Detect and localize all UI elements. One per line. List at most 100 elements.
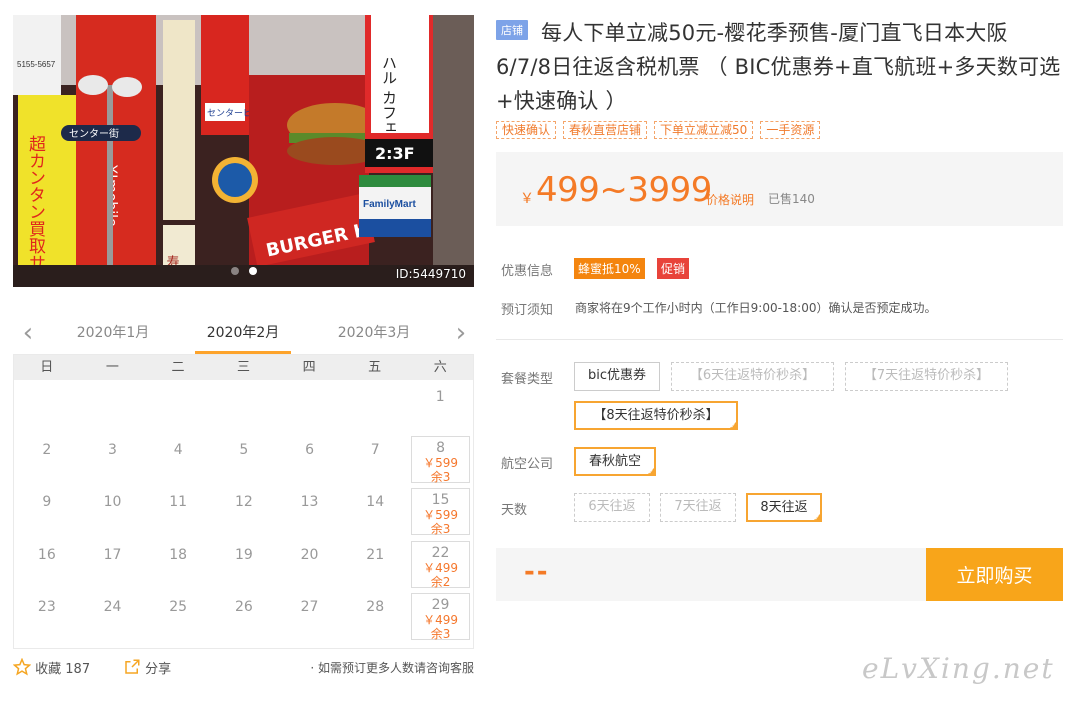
calendar-week-row: 23 24 25 26 27 28 29 ￥499 余3 [14, 590, 473, 643]
day-number: 21 [366, 546, 385, 563]
tag-direct-store: 春秋直营店铺 [563, 121, 648, 139]
calendar-grid: 日 一 二 三 四 五 六 1 2 3 4 5 6 7 8 ￥599 余3 9 10 11 12 13 14 1… [13, 354, 474, 649]
calendar-day: 26 [211, 590, 277, 643]
calendar-day: 3 [80, 433, 146, 486]
product-hero-image[interactable]: 5155-5657 超カンタン買取サービス Y!mobile センター街 寿司 … [13, 15, 474, 287]
weekday-label: 六 [433, 360, 447, 375]
calendar-day: 17 [80, 538, 146, 591]
calendar-day [14, 380, 80, 433]
day-number: 8 [436, 439, 445, 456]
option-6day[interactable]: 6天往返 [574, 493, 650, 522]
calendar-day: 25 [145, 590, 211, 643]
share-label: 分享 [145, 662, 172, 677]
calendar-day [80, 380, 146, 433]
tab-month-jan[interactable]: 2020年1月 [65, 322, 161, 354]
promo-badge-honey: 蜂蜜抵10% [574, 258, 645, 279]
tag-fast-confirm: 快速确认 [496, 121, 557, 139]
buy-now-button[interactable]: 立即购买 [926, 548, 1063, 601]
option-bic-coupon[interactable]: bic优惠券 [574, 362, 660, 391]
carousel-dot-2[interactable] [248, 267, 257, 275]
calendar-day: 24 [80, 590, 146, 643]
day-number: 29 [431, 597, 450, 613]
promo-badge-sale: 促销 [657, 258, 690, 279]
option-7day-package[interactable]: 【7天往返特价秒杀】 [845, 362, 1008, 391]
calendar-day: 13 [277, 485, 343, 538]
day-number: 9 [42, 494, 52, 510]
day-number: 28 [366, 599, 385, 615]
day-number: 25 [169, 599, 188, 615]
calendar-day: 19 [211, 538, 277, 591]
carousel-dot-1[interactable] [230, 267, 239, 275]
calendar-day: 11 [145, 485, 211, 538]
sign-text-9: FamilyMart [363, 199, 416, 210]
product-title: 每人下单立减50元-樱花季预售-厦门直飞日本大阪6/7/8日往返含税机票 （ B… [496, 21, 1061, 113]
day-number: 17 [103, 546, 122, 563]
calendar-day: 23 [14, 590, 80, 643]
option-7day[interactable]: 7天往返 [660, 493, 736, 522]
calendar-days: 1 2 3 4 5 6 7 8 ￥599 余3 9 10 11 12 13 14 15 ￥599 余3 16 17 18 1… [14, 380, 473, 643]
calendar-day: 20 [277, 538, 343, 591]
option-airline-spring[interactable]: 春秋航空 [574, 447, 656, 477]
calendar-day: 21 [342, 538, 408, 591]
calendar-day-available[interactable]: 8 ￥599 余3 [411, 435, 471, 483]
day-remaining: 余3 [430, 627, 451, 641]
image-id-label: ID:5449710 [395, 267, 466, 281]
sign-text-7: ハル カフェ [380, 55, 398, 135]
calendar-day: 2 [14, 433, 80, 486]
day-price: ￥599 [423, 455, 458, 470]
calendar-day: 16 [14, 538, 80, 591]
favorite-button[interactable]: 收藏 187 [12, 657, 90, 677]
calendar-day-available[interactable]: 29 ￥499 余3 [411, 593, 471, 641]
total-bar: -- [496, 548, 926, 601]
sign-text-1: 超カンタン買取サービス [25, 135, 46, 287]
calendar-day [145, 380, 211, 433]
calendar-day: 18 [145, 538, 211, 591]
chevron-left-icon[interactable]: ‹ [17, 320, 39, 348]
tab-month-mar[interactable]: 2020年3月 [326, 322, 422, 354]
notice-label: 预订须知 [501, 303, 554, 318]
calendar-month-nav: ‹ 2020年1月 2020年2月 2020年3月 › [13, 314, 474, 354]
day-number: 23 [37, 599, 56, 615]
weekday-label: 二 [171, 360, 185, 375]
share-icon [125, 659, 140, 674]
price-explain-link[interactable]: 价格说明 [706, 191, 754, 208]
tab-month-feb[interactable]: 2020年2月 [195, 322, 291, 354]
airline-label: 航空公司 [501, 457, 554, 472]
promo-label: 优惠信息 [501, 264, 554, 279]
price-range: 499~3999 [536, 170, 712, 210]
day-number: 14 [366, 494, 385, 510]
day-price: ￥499 [423, 560, 458, 575]
day-number: 6 [305, 441, 314, 458]
calendar-weekday-header: 日 一 二 三 四 五 六 [14, 355, 473, 380]
product-tags: 快速确认 春秋直营店铺 下单立减立减50 一手资源 [496, 121, 821, 139]
option-8day-package[interactable]: 【8天往返特价秒杀】 [574, 401, 738, 431]
calendar-day: 4 [145, 433, 211, 486]
day-number: 1 [435, 389, 445, 405]
calendar-day: 6 [277, 433, 343, 486]
calendar-day-available[interactable]: 22 ￥499 余2 [411, 540, 471, 588]
shop-badge: 店铺 [496, 20, 528, 40]
day-remaining: 余3 [430, 522, 451, 536]
option-8day[interactable]: 8天往返 [746, 493, 822, 523]
day-price: ￥599 [423, 508, 458, 522]
sign-text-8: 2:3F [375, 144, 415, 163]
calendar-day: 28 [342, 590, 408, 643]
day-number: 15 [431, 492, 450, 508]
consult-note: · 如需预订更多人数请咨询客服 [310, 661, 474, 675]
calendar-day-available[interactable]: 15 ￥599 余3 [411, 488, 471, 536]
weekday-label: 一 [105, 360, 119, 375]
day-number: 4 [173, 441, 183, 458]
option-6day-package[interactable]: 【6天往返特价秒杀】 [671, 362, 834, 391]
street-photo: 5155-5657 超カンタン買取サービス Y!mobile センター街 寿司 … [13, 15, 474, 287]
calendar-day: 9 [14, 485, 80, 538]
weekday-label: 三 [237, 360, 251, 375]
day-number: 16 [37, 546, 56, 563]
day-number: 20 [300, 546, 319, 563]
share-button[interactable]: 分享 [123, 658, 171, 677]
weekday-label: 四 [302, 360, 316, 375]
star-icon [12, 657, 32, 676]
sign-text-3: センター街 [69, 127, 119, 140]
watermark: eLvXing.net [862, 652, 1055, 685]
calendar-week-row: 2 3 4 5 6 7 8 ￥599 余3 [14, 433, 473, 486]
chevron-right-icon[interactable]: › [450, 320, 472, 348]
